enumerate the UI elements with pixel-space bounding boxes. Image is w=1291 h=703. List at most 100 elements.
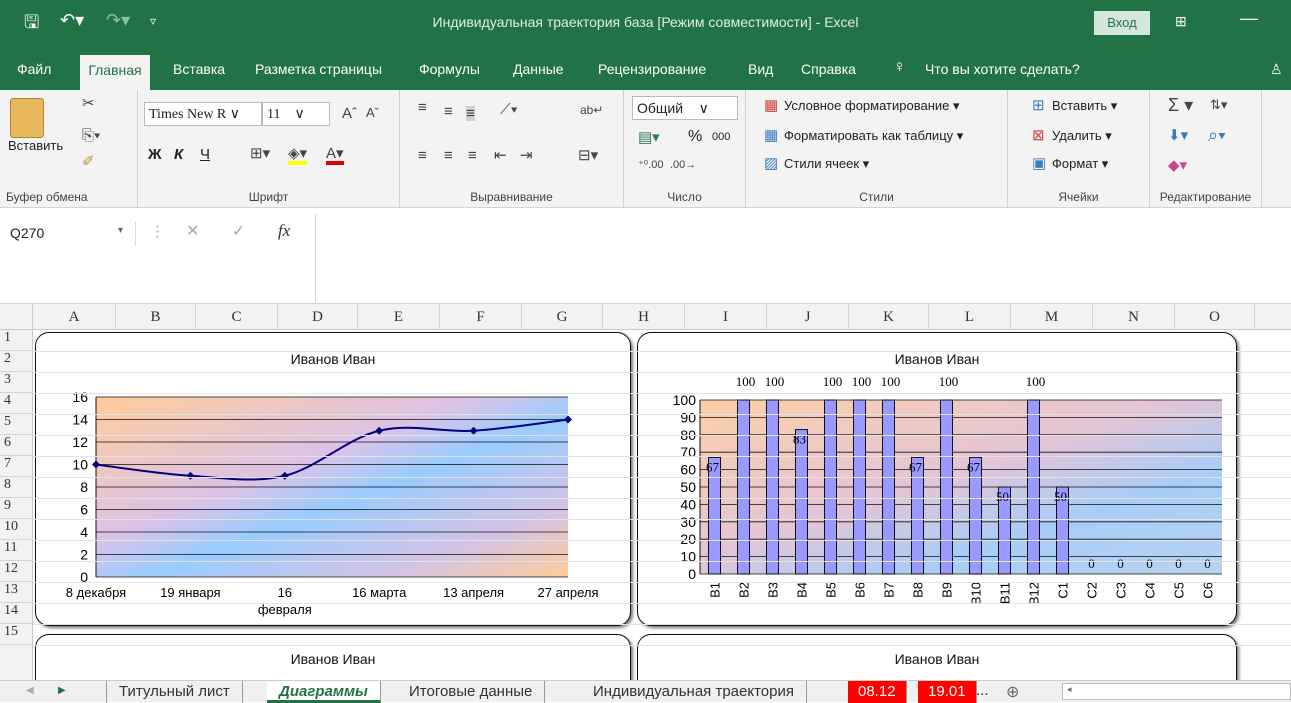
tab-help[interactable]: Справка	[801, 61, 856, 77]
row-header[interactable]: 3	[0, 372, 33, 393]
font-size-combo[interactable]: 11 ∨	[262, 102, 330, 126]
sheet-tab-charts[interactable]: Диаграммы	[267, 681, 381, 703]
ribbon-display-icon[interactable]: ⊞	[1175, 13, 1187, 30]
column-header[interactable]: L	[929, 304, 1011, 330]
row-header[interactable]: 1	[0, 330, 33, 351]
tell-me-search[interactable]: Что вы хотите сделать?	[925, 61, 1080, 77]
autosum-icon[interactable]: Σ ▾	[1168, 96, 1193, 114]
row-header[interactable]: 12	[0, 561, 33, 582]
cut-icon[interactable]: ✂	[82, 96, 95, 111]
font-color-icon[interactable]: A▾	[326, 146, 344, 165]
add-sheet-icon[interactable]: ⊕	[1006, 682, 1019, 702]
underline-button[interactable]: Ч	[200, 146, 210, 163]
thousands-button[interactable]: 000	[712, 131, 730, 143]
font-name-combo[interactable]: Times New R ∨	[144, 102, 262, 126]
column-header[interactable]: E	[358, 304, 440, 330]
column-header[interactable]: B	[116, 304, 196, 330]
name-box[interactable]: Q270 ▾	[6, 222, 136, 246]
column-header[interactable]: A	[33, 304, 116, 330]
select-all-corner[interactable]	[0, 304, 33, 330]
decrease-indent-icon[interactable]: ⇤	[494, 148, 507, 163]
column-header[interactable]: N	[1093, 304, 1175, 330]
align-bottom-icon[interactable]: ≡	[466, 106, 475, 121]
horizontal-scrollbar[interactable]: ◂	[1062, 683, 1291, 700]
tab-formulas[interactable]: Формулы	[419, 61, 480, 77]
borders-icon[interactable]: ⊞▾	[250, 146, 270, 161]
increase-indent-icon[interactable]: ⇥	[520, 148, 533, 163]
format-cells-button[interactable]: Формат ▾	[1052, 156, 1108, 172]
insert-function-icon[interactable]: fx	[278, 222, 290, 239]
minimize-icon[interactable]: —	[1240, 8, 1258, 29]
worksheet-grid[interactable]: ABCDEFGHIJKLMNO 1 2 3 4 5 6 7 8 9 10 11 12 13 14 15 Ив…	[0, 304, 1291, 680]
format-as-table-button[interactable]: Форматировать как таблицу ▾	[784, 128, 963, 144]
currency-icon[interactable]: ▤▾	[638, 130, 660, 145]
copy-icon[interactable]: ⎘▾	[82, 128, 100, 143]
row-header[interactable]: 8	[0, 477, 33, 498]
bar-chart-2[interactable]: Иванов Иван	[637, 634, 1237, 680]
paste-icon[interactable]	[10, 98, 44, 138]
row-header[interactable]: 15	[0, 624, 33, 645]
italic-button[interactable]: К	[174, 146, 183, 163]
tab-review[interactable]: Рецензирование	[598, 61, 706, 77]
sort-filter-icon[interactable]: ⇅▾	[1210, 98, 1227, 111]
paste-button[interactable]: Вставить	[8, 138, 63, 153]
tab-insert[interactable]: Вставка	[173, 61, 225, 77]
enter-icon[interactable]: ✓	[232, 224, 245, 240]
fill-color-icon[interactable]: ◈▾	[288, 146, 308, 165]
column-header[interactable]: F	[440, 304, 522, 330]
formula-input[interactable]	[315, 214, 1291, 302]
column-header[interactable]: G	[522, 304, 603, 330]
tab-home[interactable]: Главная	[80, 55, 150, 90]
scroll-left-icon[interactable]: ◀	[26, 685, 34, 696]
tab-file[interactable]: Файл	[17, 61, 51, 77]
grow-font-icon[interactable]: Aˆ	[342, 106, 357, 121]
tab-page-layout[interactable]: Разметка страницы	[255, 61, 382, 77]
format-painter-icon[interactable]: ✐	[82, 154, 95, 169]
line-chart-2[interactable]: Иванов Иван	[35, 634, 631, 680]
align-left-icon[interactable]: ≡	[418, 148, 427, 163]
shrink-font-icon[interactable]: Aˇ	[366, 106, 379, 119]
column-header[interactable]: M	[1011, 304, 1093, 330]
scroll-right-icon[interactable]: ▶	[58, 685, 66, 696]
row-header[interactable]: 13	[0, 582, 33, 603]
row-header[interactable]: 2	[0, 351, 33, 372]
column-header[interactable]: O	[1175, 304, 1255, 330]
cell-styles-button[interactable]: Стили ячеек ▾	[784, 156, 869, 172]
fill-icon[interactable]: ⬇▾	[1168, 128, 1188, 143]
row-header[interactable]: 7	[0, 456, 33, 477]
increase-decimal-icon[interactable]: ⁺⁰.00	[638, 160, 664, 171]
more-sheets[interactable]: ...	[976, 682, 989, 699]
column-header[interactable]: J	[767, 304, 849, 330]
column-header[interactable]: H	[603, 304, 685, 330]
orientation-icon[interactable]: ⟋▾	[500, 102, 518, 117]
decrease-decimal-icon[interactable]: .00→	[670, 160, 696, 171]
align-middle-icon[interactable]: ≡	[444, 104, 453, 119]
find-select-icon[interactable]: ⌕▾	[1208, 126, 1226, 144]
wrap-text-icon[interactable]: ab↵	[580, 104, 603, 116]
number-format-combo[interactable]: Общий ∨	[632, 96, 738, 120]
sheet-tab-0812[interactable]: 08.12	[848, 681, 907, 703]
conditional-formatting-button[interactable]: Условное форматирование ▾	[784, 98, 960, 114]
align-top-icon[interactable]: ≡	[418, 100, 427, 115]
login-button[interactable]: Вход	[1094, 11, 1150, 35]
row-header[interactable]: 10	[0, 519, 33, 540]
bold-button[interactable]: Ж	[148, 146, 162, 163]
row-header[interactable]: 9	[0, 498, 33, 519]
column-header[interactable]: K	[849, 304, 929, 330]
row-header[interactable]: 4	[0, 393, 33, 414]
sheet-tab-title[interactable]: Титульный лист	[106, 681, 243, 703]
tab-data[interactable]: Данные	[513, 61, 564, 77]
sheet-tab-trajectory[interactable]: Индивидуальная траектория	[581, 681, 807, 703]
insert-cells-button[interactable]: Вставить ▾	[1052, 98, 1117, 114]
row-header[interactable]: 6	[0, 435, 33, 456]
column-header[interactable]: I	[685, 304, 767, 330]
align-right-icon[interactable]: ≡	[468, 148, 477, 163]
share-icon[interactable]: ♙	[1270, 61, 1283, 78]
cancel-icon[interactable]: ✕	[186, 224, 199, 240]
tab-view[interactable]: Вид	[748, 61, 773, 77]
sheet-tab-1901[interactable]: 19.01	[918, 681, 977, 703]
row-header[interactable]: 14	[0, 603, 33, 624]
merge-center-icon[interactable]: ⊟▾	[578, 148, 598, 163]
sheet-tab-totals[interactable]: Итоговые данные	[397, 681, 546, 703]
column-header[interactable]: D	[278, 304, 358, 330]
